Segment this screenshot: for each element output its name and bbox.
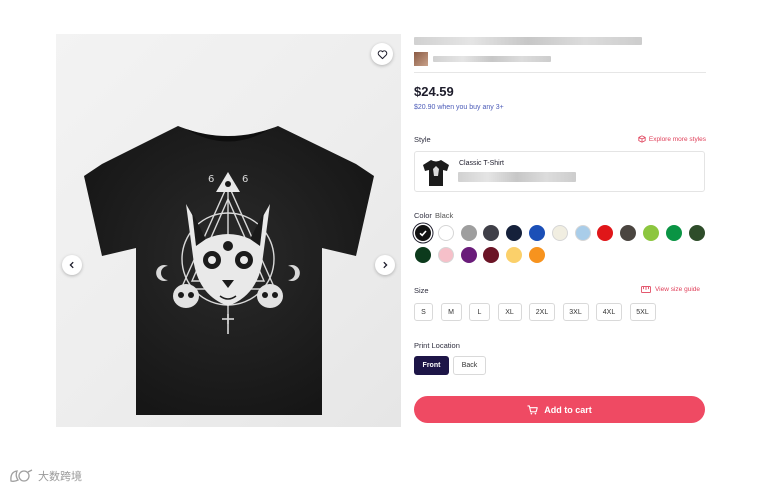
color-swatch[interactable] (506, 247, 523, 263)
product-image: 6 6 (84, 126, 374, 415)
size-option-3xl[interactable]: 3XL (562, 303, 589, 321)
print-location-label: Print Location (414, 341, 460, 350)
header-divider (414, 72, 706, 73)
color-swatch[interactable] (643, 225, 659, 241)
ruler-icon (640, 286, 651, 293)
add-to-cart-button[interactable]: Add to cart (414, 396, 705, 423)
explore-more-styles-link[interactable]: Explore more styles (638, 135, 706, 143)
color-swatch[interactable] (460, 225, 477, 241)
seller-row[interactable] (414, 52, 706, 66)
color-swatch[interactable] (483, 247, 500, 263)
svg-text:6: 6 (242, 174, 248, 185)
style-name: Classic T-Shirt (459, 160, 504, 167)
favorite-button[interactable] (371, 43, 393, 65)
svg-text:6: 6 (208, 174, 214, 185)
size-option-xl[interactable]: XL (497, 303, 522, 321)
previous-image-button[interactable] (62, 255, 82, 275)
color-swatch[interactable] (597, 225, 614, 241)
cube-icon (638, 135, 646, 143)
product-title-blurred (414, 37, 642, 45)
color-swatch[interactable] (415, 247, 431, 263)
size-guide-label: View size guide (654, 286, 700, 293)
watermark: 大数跨境 (8, 468, 82, 484)
add-to-cart-label: Add to cart (544, 404, 592, 415)
size-option-2xl[interactable]: 2XL (529, 303, 555, 321)
size-option-4xl[interactable]: 4XL (596, 303, 622, 321)
chevron-left-icon (69, 261, 74, 269)
size-option-l[interactable]: L (469, 303, 490, 321)
watermark-text: 大数跨境 (38, 471, 82, 483)
color-swatch[interactable] (483, 225, 500, 241)
next-image-button[interactable] (375, 255, 395, 275)
style-label: Style (414, 135, 431, 144)
product-image-panel: 6 6 (56, 34, 401, 427)
bulk-discount-text: $20.90 when you buy any 3+ (414, 104, 504, 111)
color-swatch[interactable] (688, 225, 705, 241)
view-size-guide-link[interactable]: View size guide (640, 286, 700, 293)
color-label-row: Color Black (414, 211, 453, 220)
color-swatch[interactable] (437, 247, 454, 263)
check-icon (419, 230, 427, 237)
explore-more-styles-label: Explore more styles (648, 135, 706, 143)
color-swatch[interactable] (529, 225, 545, 241)
color-swatch[interactable] (574, 225, 591, 241)
color-swatch[interactable] (460, 247, 477, 263)
color-swatch[interactable] (529, 247, 545, 263)
heart-icon (377, 49, 387, 59)
selected-color-value: Black (434, 211, 454, 220)
print-location-back-button[interactable]: Back (453, 356, 486, 375)
product-header (414, 34, 706, 66)
color-swatch[interactable] (620, 225, 637, 241)
chevron-right-icon (383, 261, 388, 269)
price: $24.59 (414, 84, 454, 99)
watermark-logo-icon (10, 469, 33, 482)
cart-icon (527, 404, 539, 414)
seller-name-blurred (433, 56, 551, 62)
print-location-front-button[interactable]: Front (414, 356, 449, 375)
size-option-m[interactable]: M (440, 303, 462, 321)
size-label: Size (414, 286, 429, 295)
color-swatch[interactable] (665, 225, 682, 241)
size-option-s[interactable]: S (414, 303, 433, 321)
color-swatch[interactable] (415, 225, 431, 241)
color-label: Color (414, 211, 432, 220)
style-thumbnail (423, 160, 449, 186)
color-swatch[interactable] (506, 225, 523, 241)
size-option-5xl[interactable]: 5XL (629, 303, 656, 321)
color-swatch[interactable] (437, 225, 454, 241)
color-swatch[interactable] (551, 225, 568, 241)
style-description-blurred (458, 172, 576, 182)
style-selector-card[interactable]: Classic T-Shirt (414, 151, 705, 192)
avatar (414, 52, 428, 66)
